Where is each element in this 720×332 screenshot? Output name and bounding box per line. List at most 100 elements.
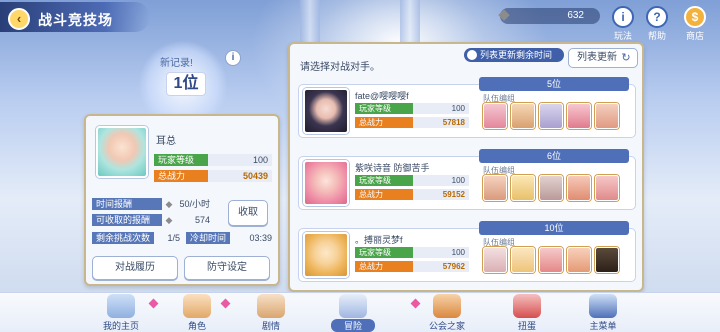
refresh-list-label: 列表更新: [577, 52, 617, 63]
rank-info-icon[interactable]: i: [225, 50, 241, 66]
nav-adventure-label: 冒险: [331, 319, 375, 332]
unit-portrait: [567, 175, 591, 201]
opponent-power-value: 57818: [442, 118, 465, 127]
arena-coin-icon: ◆: [165, 215, 173, 225]
opponent-avatar: [303, 160, 349, 206]
help-button[interactable]: ? 帮助: [642, 6, 672, 42]
nav-home-label: 我的主页: [102, 321, 139, 331]
nav-main-menu-label: 主菜单: [589, 321, 617, 331]
guild-house-icon: [433, 294, 461, 318]
nav-story-label: 剧情: [261, 321, 280, 331]
player-power-row: 总战力 50439: [154, 170, 272, 182]
opponent-level-row: 玩家等级 100: [355, 103, 469, 114]
opponent-name: fate@嘤嘤嘤f: [355, 91, 409, 101]
opponent-level-value: 100: [451, 176, 465, 185]
nav-adventure[interactable]: 冒险: [318, 293, 388, 332]
help-label: 帮助: [647, 31, 666, 41]
help-icon: ?: [646, 6, 668, 28]
castle-icon: [107, 294, 135, 318]
opponent-rank: 5位: [479, 77, 629, 91]
nav-main-menu[interactable]: 主菜单: [568, 293, 638, 332]
unit-portrait: [511, 175, 535, 201]
opponent-level-value: 100: [451, 104, 465, 113]
top-bar: ‹ 战斗竞技场 ◆ 632 i 玩法 ? 帮助 $ 商店: [0, 0, 720, 41]
character-icon: [183, 294, 211, 318]
opponent-power-label: 总战力: [355, 261, 413, 272]
opponent-name: 紫咲诗音 防御苦手: [355, 163, 430, 173]
unit-portrait: [539, 175, 563, 201]
opponent-power-row: 总战力 59152: [355, 189, 469, 200]
opponent-power-value: 57962: [442, 262, 465, 271]
unit-portrait: [483, 103, 507, 129]
remaining-label: 剩余挑战次数: [92, 232, 154, 244]
scroll-icon: [257, 294, 285, 318]
player-level-value: 100: [252, 155, 268, 165]
remaining-row: 剩余挑战次数 1/5 冷却时间 03:39: [92, 232, 272, 244]
opponent-rank: 10位: [479, 221, 629, 235]
unit-portrait: [595, 247, 619, 273]
currency-value: 632: [567, 10, 584, 21]
unit-portrait: [567, 103, 591, 129]
unit-portrait: [483, 175, 507, 201]
claimable-row: 可收取的报酬 574: [92, 214, 210, 226]
opponent-power-label: 总战力: [355, 117, 413, 128]
swords-icon: [339, 294, 367, 318]
unit-portrait: [483, 247, 507, 273]
nav-gacha[interactable]: 扭蛋: [492, 293, 562, 332]
player-panel: 耳总 玩家等级 100 总战力 50439 时间报酬 50/小时 ◆ 可收取的报…: [84, 114, 280, 286]
player-level-row: 玩家等级 100: [154, 154, 272, 166]
unit-portrait: [595, 175, 619, 201]
claim-button[interactable]: 收取: [228, 200, 268, 226]
claimable-label: 可收取的报酬: [92, 214, 162, 226]
current-rank: 1位: [166, 72, 206, 96]
shop-icon: $: [684, 6, 706, 28]
battle-history-button[interactable]: 对战履历: [92, 256, 178, 280]
unit-portrait: [539, 103, 563, 129]
player-level-label: 玩家等级: [154, 154, 208, 166]
refresh-icon: ↻: [621, 52, 631, 64]
arena-coin-icon: ◆: [498, 6, 510, 23]
play-info-label: 玩法: [613, 31, 632, 41]
refresh-timer: 列表更新剩余时间: [464, 48, 564, 62]
cooldown-label: 冷却时间: [186, 232, 230, 244]
opponent-power-value: 59152: [442, 190, 465, 199]
back-icon[interactable]: ‹: [8, 8, 30, 30]
nav-character-label: 角色: [187, 321, 206, 331]
opponent-rank: 6位: [479, 149, 629, 163]
bottom-nav: 我的主页 角色 剧情 冒险 公会之家 扭蛋 主菜单: [0, 292, 720, 332]
clock-icon: [467, 50, 477, 60]
opponent-level-label: 玩家等级: [355, 175, 413, 186]
player-avatar: [96, 126, 148, 178]
play-info-button[interactable]: i 玩法: [608, 6, 638, 42]
unit-portrait: [539, 247, 563, 273]
unit-portrait: [595, 103, 619, 129]
shop-label: 商店: [685, 31, 704, 41]
choose-opponent-prompt: 请选择对战对手。: [300, 62, 380, 73]
nav-home[interactable]: 我的主页: [86, 293, 156, 332]
record-label: 新记录!: [160, 58, 193, 69]
page-title: 战斗竞技场: [38, 12, 113, 28]
opponent-level-label: 玩家等级: [355, 103, 413, 114]
opponent-name: 。搏丽灵梦f: [355, 235, 403, 245]
nav-gacha-label: 扭蛋: [517, 321, 536, 331]
refresh-list-button[interactable]: 列表更新 ↻: [568, 48, 638, 68]
time-reward-row: 时间报酬 50/小时: [92, 198, 210, 210]
time-reward-label: 时间报酬: [92, 198, 162, 210]
opponent-card[interactable]: fate@嘤嘤嘤f 玩家等级 100 总战力 57818 5位 队伍编组: [298, 77, 636, 138]
shop-button[interactable]: $ 商店: [680, 6, 710, 42]
unit-portrait: [567, 247, 591, 273]
nav-story[interactable]: 剧情: [236, 293, 306, 332]
defense-setting-button[interactable]: 防守设定: [184, 256, 270, 280]
nav-character[interactable]: 角色: [162, 293, 232, 332]
unit-portrait: [511, 103, 535, 129]
opponents-panel: 请选择对战对手。 列表更新剩余时间 列表更新 ↻ fate@嘤嘤嘤f 玩家等级 …: [288, 42, 644, 292]
opponent-avatar: [303, 88, 349, 134]
opponent-level-value: 100: [451, 248, 465, 257]
player-power-label: 总战力: [154, 170, 208, 182]
opponent-card[interactable]: 紫咲诗音 防御苦手 玩家等级 100 总战力 59152 6位 队伍编组: [298, 149, 636, 210]
opponent-level-row: 玩家等级 100: [355, 175, 469, 186]
nav-guild[interactable]: 公会之家: [412, 293, 482, 332]
arena-coin-icon: ◆: [165, 199, 173, 209]
opponent-level-label: 玩家等级: [355, 247, 413, 258]
opponent-card[interactable]: 。搏丽灵梦f 玩家等级 100 总战力 57962 10位 队伍编组: [298, 221, 636, 282]
